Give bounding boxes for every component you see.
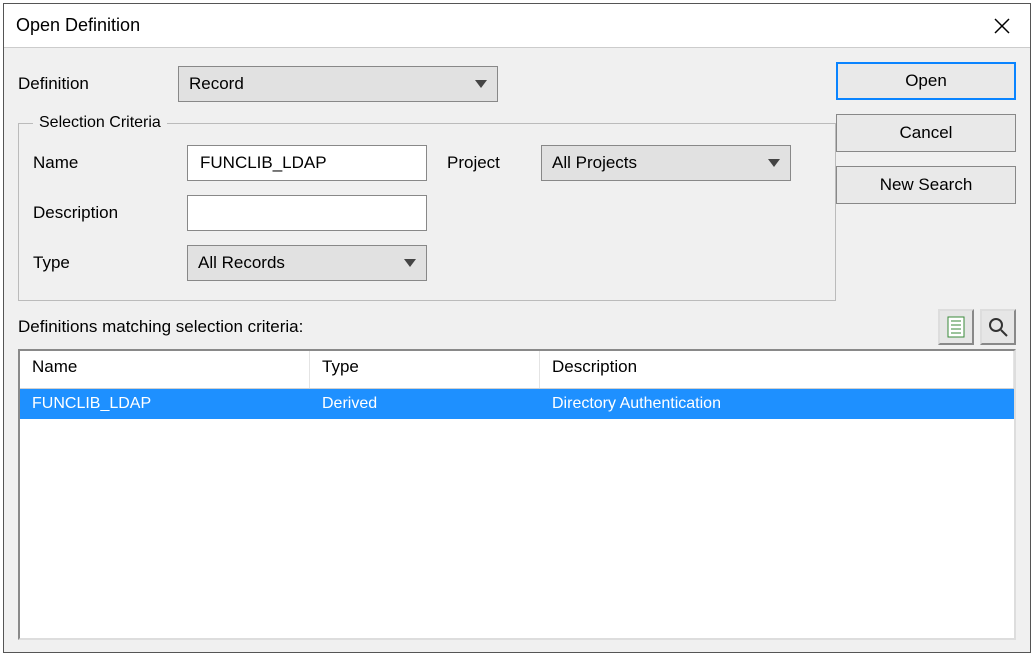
search-again-button[interactable]	[980, 309, 1016, 345]
name-row: Name Project All Projects	[33, 138, 821, 188]
selection-criteria-group: Selection Criteria Name Project All Proj…	[18, 114, 836, 301]
row-name: FUNCLIB_LDAP	[20, 393, 310, 415]
definition-row: Definition Record	[18, 62, 836, 106]
close-icon	[993, 17, 1011, 35]
definition-label: Definition	[18, 74, 178, 94]
titlebar: Open Definition	[4, 4, 1030, 48]
results-row[interactable]: FUNCLIB_LDAP Derived Directory Authentic…	[20, 389, 1014, 419]
selection-criteria-legend: Selection Criteria	[33, 114, 167, 132]
new-search-button[interactable]: New Search	[836, 166, 1016, 204]
type-combo-value: All Records	[198, 253, 285, 273]
column-description[interactable]: Description	[540, 351, 1014, 388]
description-input-field[interactable]	[198, 202, 416, 224]
description-label: Description	[33, 203, 173, 223]
top-area: Definition Record Selection Criteria Nam…	[18, 62, 1016, 301]
name-input[interactable]	[187, 145, 427, 181]
type-combo[interactable]: All Records	[187, 245, 427, 281]
row-type: Derived	[310, 393, 540, 415]
column-name[interactable]: Name	[20, 351, 310, 388]
chevron-down-icon	[475, 80, 487, 88]
description-row: Description	[33, 188, 821, 238]
button-column: Open Cancel New Search	[836, 62, 1016, 204]
close-button[interactable]	[982, 6, 1022, 46]
cancel-button[interactable]: Cancel	[836, 114, 1016, 152]
results-caption: Definitions matching selection criteria:	[18, 317, 932, 337]
name-input-field[interactable]	[198, 152, 416, 174]
name-label: Name	[33, 153, 173, 173]
type-row: Type All Records	[33, 238, 821, 288]
definition-combo[interactable]: Record	[178, 66, 498, 102]
select-to-list-button[interactable]	[938, 309, 974, 345]
results-header: Name Type Description	[20, 351, 1014, 389]
left-column: Definition Record Selection Criteria Nam…	[18, 62, 836, 301]
row-description: Directory Authentication	[540, 393, 1014, 415]
project-label: Project	[447, 153, 527, 173]
column-type[interactable]: Type	[310, 351, 540, 388]
client-area: Definition Record Selection Criteria Nam…	[4, 48, 1030, 652]
open-definition-dialog: Open Definition Definition Record	[3, 3, 1031, 653]
dialog-title: Open Definition	[16, 15, 982, 36]
definition-combo-value: Record	[189, 74, 244, 94]
results-toolbar: Definitions matching selection criteria:	[18, 301, 1016, 349]
chevron-down-icon	[768, 159, 780, 167]
list-sheet-icon	[946, 316, 966, 338]
open-button[interactable]: Open	[836, 62, 1016, 100]
chevron-down-icon	[404, 259, 416, 267]
description-input[interactable]	[187, 195, 427, 231]
magnifier-icon	[987, 316, 1009, 338]
project-combo-value: All Projects	[552, 153, 637, 173]
results-listview[interactable]: Name Type Description FUNCLIB_LDAP Deriv…	[18, 349, 1016, 640]
project-combo[interactable]: All Projects	[541, 145, 791, 181]
type-label: Type	[33, 253, 173, 273]
